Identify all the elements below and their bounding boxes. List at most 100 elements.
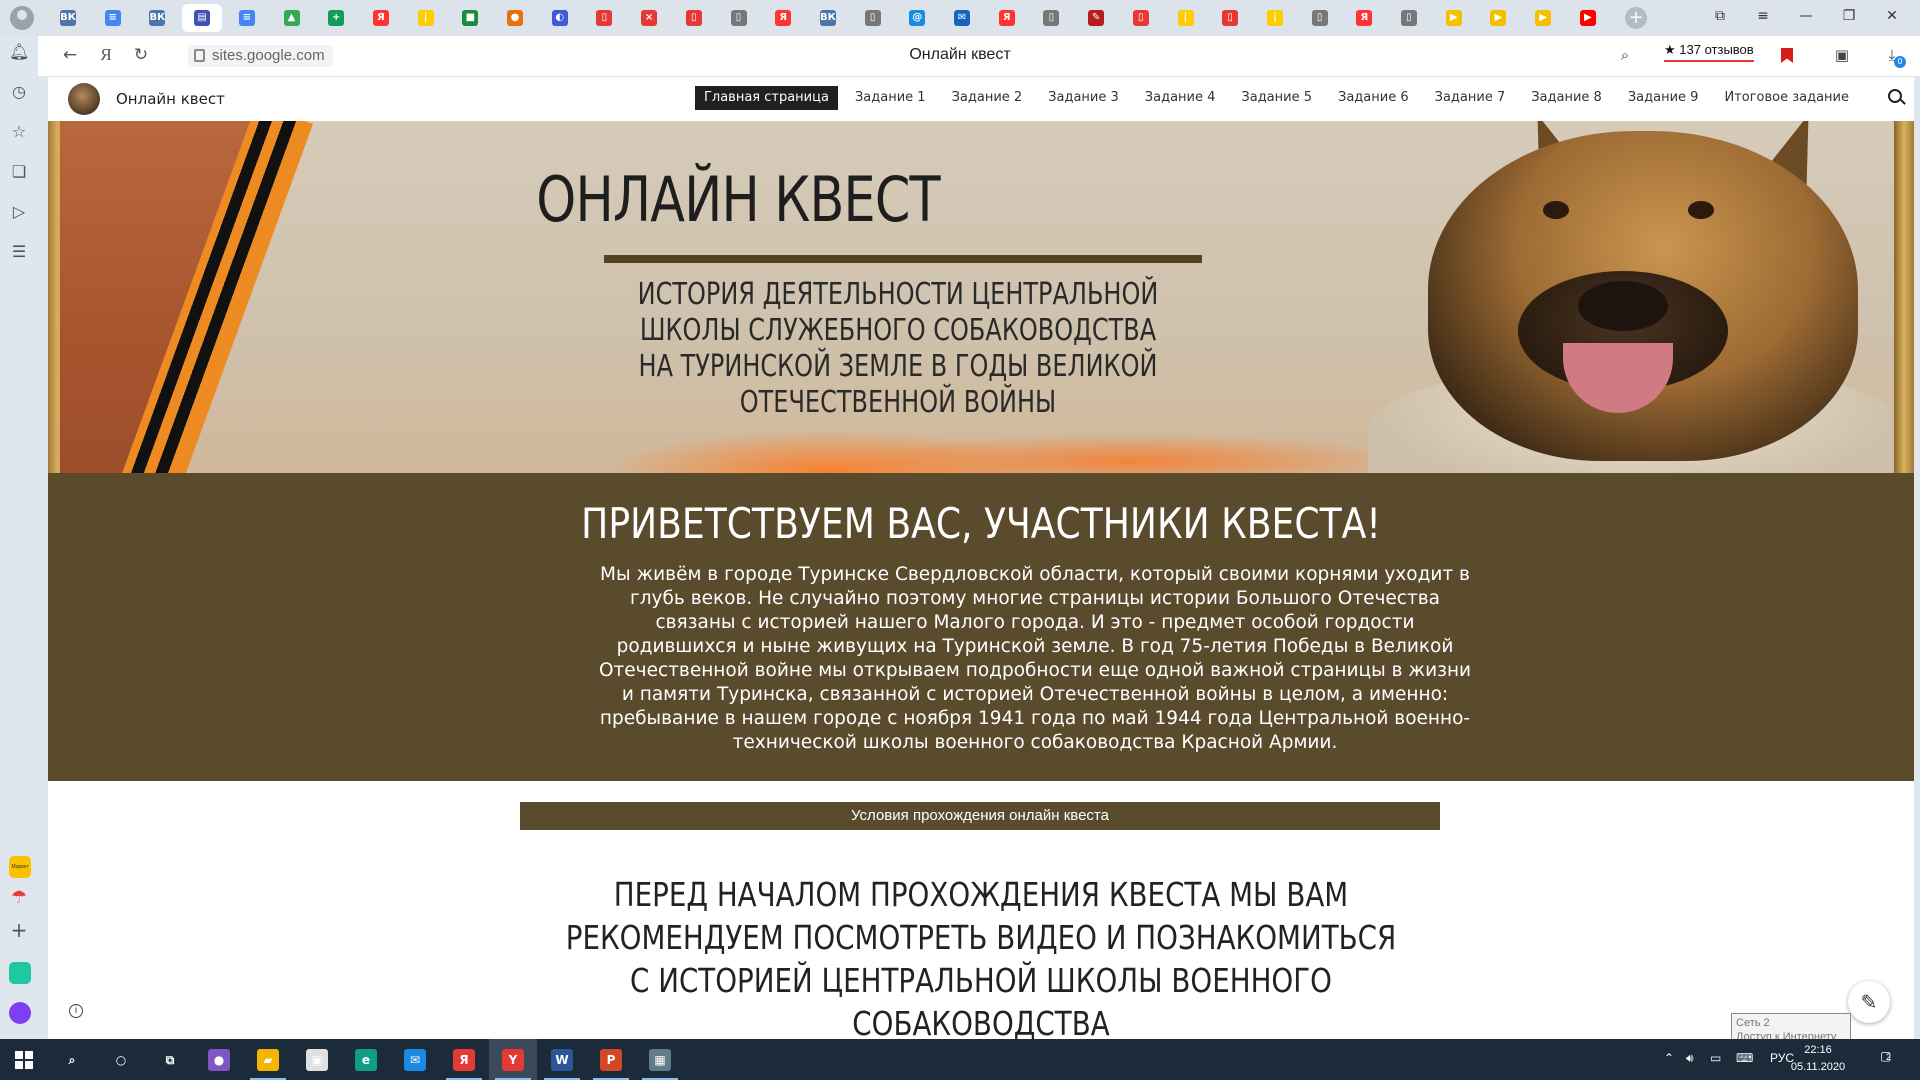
- volume-icon[interactable]: 🔊︎: [1686, 1051, 1694, 1066]
- tab-doc-4[interactable]: ▯: [1300, 4, 1340, 32]
- store-taskbar-button[interactable]: ▣: [293, 1039, 341, 1080]
- nav-item-4[interactable]: Задание 3: [1039, 86, 1128, 110]
- search-page-icon[interactable]: ⌕: [1614, 46, 1636, 64]
- add-panel-icon[interactable]: +: [9, 920, 29, 940]
- nav-item-7[interactable]: Задание 6: [1329, 86, 1418, 110]
- tab-doc-1[interactable]: ▯: [719, 4, 759, 32]
- powerpoint-taskbar-button[interactable]: P: [587, 1039, 635, 1080]
- nav-item-5[interactable]: Задание 4: [1136, 86, 1225, 110]
- market-icon[interactable]: Маркет: [9, 856, 31, 878]
- calculator-taskbar-button[interactable]: ▦: [636, 1039, 684, 1080]
- word-taskbar-button[interactable]: W: [538, 1039, 586, 1080]
- nav-item-9[interactable]: Задание 8: [1522, 86, 1611, 110]
- site-logo[interactable]: [68, 83, 100, 115]
- tab-pen[interactable]: ✎: [1076, 4, 1116, 32]
- play-icon[interactable]: ▷: [9, 202, 29, 222]
- minimize-icon[interactable]: —: [1788, 8, 1824, 24]
- nav-item-6[interactable]: Задание 5: [1232, 86, 1321, 110]
- tab-yandex-bar-1[interactable]: |: [406, 4, 446, 32]
- restore-icon[interactable]: ❐: [1831, 8, 1867, 24]
- messenger-icon[interactable]: [9, 962, 31, 984]
- tab-sheets[interactable]: +: [316, 4, 356, 32]
- star-icon[interactable]: ☆: [9, 122, 29, 142]
- tab-sites-active[interactable]: ▤: [182, 4, 223, 32]
- alice-icon[interactable]: [9, 1002, 31, 1024]
- tab-pdf-4[interactable]: ▯: [1210, 4, 1250, 32]
- tab-yandex-bar-2[interactable]: |: [1166, 4, 1206, 32]
- explorer-taskbar-button[interactable]: ▰: [244, 1039, 292, 1080]
- site-name[interactable]: Онлайн квест: [116, 90, 225, 108]
- reviews-badge[interactable]: ★ 137 отзывов: [1664, 42, 1754, 62]
- start-button[interactable]: [0, 1039, 48, 1080]
- tab-play-1[interactable]: ▶: [1434, 4, 1474, 32]
- alice-taskbar-icon: ●: [208, 1048, 230, 1071]
- nav-item-2[interactable]: Задание 1: [846, 86, 935, 110]
- tab-doc-3[interactable]: ▯: [1031, 4, 1071, 32]
- cortana-taskbar-button[interactable]: ○: [97, 1039, 145, 1080]
- tab-yandex-bar-3[interactable]: |: [1255, 4, 1295, 32]
- tray-chevron-icon[interactable]: ⌃: [1664, 1051, 1674, 1065]
- edge-taskbar-button[interactable]: e: [342, 1039, 390, 1080]
- tab-pdf-3[interactable]: ▯: [1121, 4, 1161, 32]
- tab-sheets-favicon-icon: +: [328, 10, 345, 26]
- nav-item-1[interactable]: Главная страница: [694, 86, 838, 110]
- tab-pdf-1[interactable]: ▯: [584, 4, 624, 32]
- new-tab-button[interactable]: +: [1625, 7, 1647, 29]
- site-search-icon[interactable]: [1888, 89, 1902, 103]
- tab-mail-ru[interactable]: @: [897, 4, 937, 32]
- tab-mail[interactable]: ✉: [942, 4, 982, 32]
- tab-drive[interactable]: ▲: [272, 4, 312, 32]
- tab-docs-1[interactable]: ≡: [93, 4, 133, 32]
- collections-sidebar-icon[interactable]: ❏: [9, 162, 29, 182]
- tab-vk-1[interactable]: ВК: [48, 4, 88, 32]
- nav-item-8[interactable]: Задание 7: [1426, 86, 1515, 110]
- nav-item-3[interactable]: Задание 2: [943, 86, 1032, 110]
- tab-yandex-3-favicon-icon: Я: [998, 10, 1015, 26]
- task-view-taskbar-button[interactable]: ⧉: [146, 1039, 194, 1080]
- tab-yandex-4[interactable]: Я: [1344, 4, 1384, 32]
- hero-banner: ОНЛАЙН КВЕСТ ИСТОРИЯ ДЕЯТЕЛЬНОСТИ ЦЕНТРА…: [48, 121, 1914, 473]
- alice-taskbar-taskbar-button[interactable]: ●: [195, 1039, 243, 1080]
- notification-count: 2: [1886, 1052, 1892, 1062]
- info-icon[interactable]: i: [69, 1004, 83, 1018]
- tab-play-3[interactable]: ▶: [1523, 4, 1563, 32]
- edit-pencil-icon[interactable]: ✎: [1848, 981, 1890, 1023]
- search-taskbar-taskbar-button[interactable]: ⌕: [48, 1039, 96, 1080]
- profile-avatar-icon[interactable]: [10, 6, 34, 30]
- keyboard-icon[interactable]: ⌨: [1736, 1051, 1753, 1065]
- market-label: Маркет: [11, 864, 29, 870]
- tab-vk-2[interactable]: ВК: [137, 4, 177, 32]
- umbrella-icon[interactable]: ☂: [9, 888, 29, 908]
- mail-taskbar-button[interactable]: ✉: [391, 1039, 439, 1080]
- tab-yandex-2[interactable]: Я: [763, 4, 803, 32]
- menu-icon[interactable]: ≡: [1745, 8, 1781, 24]
- tab-yandex-1[interactable]: Я: [361, 4, 401, 32]
- yandex-browser-taskbar-button[interactable]: Y: [489, 1039, 537, 1080]
- tab-doc-5[interactable]: ▯: [1389, 4, 1429, 32]
- nav-item-11[interactable]: Итоговое задание: [1715, 86, 1858, 110]
- tab-play-2[interactable]: ▶: [1478, 4, 1518, 32]
- tab-vk-3[interactable]: ВК: [808, 4, 848, 32]
- close-icon[interactable]: ✕: [1874, 8, 1910, 24]
- conditions-button[interactable]: Условия прохождения онлайн квеста: [520, 802, 1440, 830]
- notes-icon[interactable]: ☰: [9, 242, 29, 262]
- tab-blue-round[interactable]: ◐: [540, 4, 580, 32]
- history-icon[interactable]: ◷: [9, 82, 29, 102]
- nav-item-10[interactable]: Задание 9: [1619, 86, 1708, 110]
- tab-red-x[interactable]: ×: [629, 4, 669, 32]
- yandex-taskbar-taskbar-button[interactable]: Я: [440, 1039, 488, 1080]
- downloads-icon[interactable]: ⤓ 0: [1881, 46, 1906, 68]
- tab-green[interactable]: ■: [450, 4, 490, 32]
- tab-pdf-2[interactable]: ▯: [674, 4, 714, 32]
- tab-vk-2-favicon-icon: ВК: [149, 10, 166, 26]
- tab-docs-2[interactable]: ≡: [227, 4, 267, 32]
- tab-yandex-3[interactable]: Я: [987, 4, 1027, 32]
- collections-icon[interactable]: ⧉: [1702, 8, 1738, 24]
- tab-color[interactable]: ●: [495, 4, 535, 32]
- tab-youtube[interactable]: ▶: [1568, 4, 1608, 32]
- notification-center-icon[interactable]: ▢ 2: [1880, 1049, 1891, 1063]
- clock[interactable]: 22:16 05.11.2020: [1778, 1042, 1858, 1076]
- extensions-icon[interactable]: ▣: [1831, 46, 1853, 64]
- tab-doc-2[interactable]: ▯: [853, 4, 893, 32]
- network-icon[interactable]: ▭: [1710, 1051, 1721, 1065]
